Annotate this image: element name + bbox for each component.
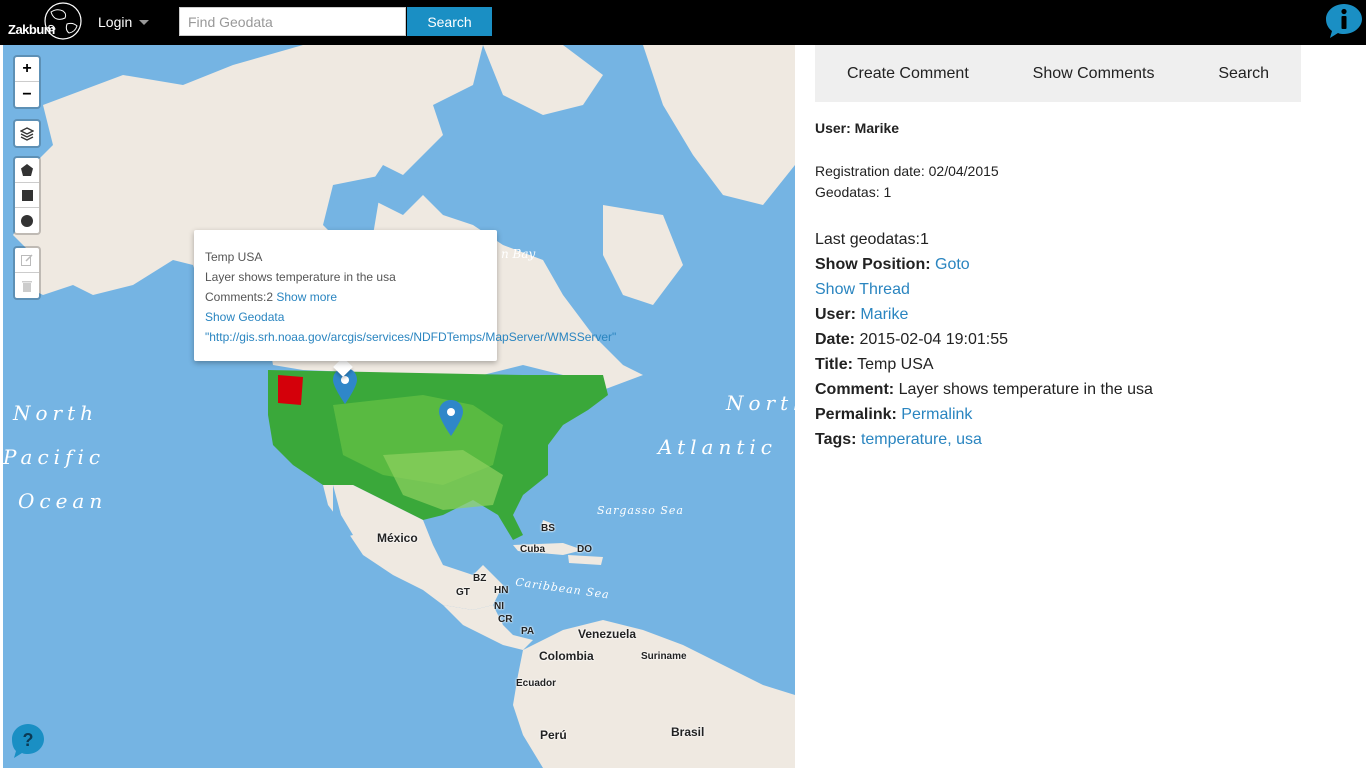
sea-label: Sargasso Sea (597, 504, 684, 517)
country-label: Suriname (641, 651, 687, 662)
user-heading: User: Marike (815, 120, 900, 136)
layers-icon[interactable] (15, 121, 39, 146)
field-label: Show Position: (815, 256, 931, 273)
country-label: Brasil (671, 725, 705, 739)
user-row: User: Marike (815, 302, 1301, 327)
edit-control (13, 246, 41, 300)
geodata-popup: Temp USA Layer shows temperature in the … (194, 230, 616, 361)
country-label: GT (456, 587, 470, 598)
last-geodatas: Last geodatas:1 Show Position: Goto Show… (815, 227, 1301, 452)
edit-icon[interactable] (15, 248, 39, 273)
zoom-out-button[interactable]: − (15, 82, 39, 107)
popup-comments-count: Comments:2 (205, 290, 274, 304)
country-label: Cuba (520, 544, 545, 555)
user-link[interactable]: Marike (860, 306, 908, 323)
permalink-row: Permalink: Permalink (815, 402, 1301, 427)
country-label: DO (577, 544, 592, 555)
field-label: Tags: (815, 431, 857, 448)
tab-create-comment[interactable]: Create Comment (847, 65, 969, 83)
ocean-label: Atlantic (658, 435, 777, 459)
info-icon[interactable] (1325, 3, 1363, 39)
show-position-row: Show Position: Goto (815, 252, 1301, 277)
comment-value: Layer shows temperature in the usa (898, 381, 1153, 398)
title-row: Title: Temp USA (815, 352, 1301, 377)
country-label: HN (494, 585, 509, 596)
delete-icon[interactable] (15, 273, 39, 298)
ocean-label: North (13, 401, 99, 425)
tab-search[interactable]: Search (1218, 65, 1269, 83)
caret-down-icon[interactable] (139, 20, 149, 25)
map[interactable]: North Pacific Ocean North Atlantic n Bay… (3, 45, 795, 768)
show-more-link[interactable]: Show more (276, 290, 337, 304)
country-label: PA (521, 626, 535, 637)
country-label: Venezuela (578, 627, 637, 641)
country-label: México (377, 531, 418, 545)
draw-rectangle-icon[interactable] (15, 183, 39, 208)
svg-text:?: ? (23, 730, 34, 750)
country-label: CR (498, 614, 513, 625)
ocean-label: North (726, 391, 795, 415)
info-panel: Create Comment Show Comments Search User… (815, 45, 1301, 452)
last-geodatas-heading: Last geodatas:1 (815, 231, 929, 248)
geodata-count: Geodatas: 1 (815, 184, 892, 200)
registration-date: Registration date: 02/04/2015 (815, 163, 999, 179)
search-button[interactable]: Search (407, 7, 492, 36)
logo-text: Zakbum (8, 22, 55, 37)
popup-title: Temp USA (205, 250, 263, 264)
login-menu[interactable]: Login (98, 14, 132, 30)
ocean-label: Ocean (18, 489, 108, 513)
show-thread-link[interactable]: Show Thread (815, 281, 910, 298)
top-bar: Zakbum Login Search (0, 0, 1366, 45)
logo[interactable]: Zakbum (5, 2, 85, 42)
country-label: NI (494, 601, 504, 612)
help-icon[interactable]: ? (8, 721, 48, 761)
show-geodata-link[interactable]: Show Geodata (205, 310, 284, 324)
popup-description: Layer shows temperature in the usa (205, 270, 396, 284)
ocean-label: Pacific (3, 445, 106, 469)
zoom-in-button[interactable]: + (15, 57, 39, 82)
country-label: Colombia (539, 649, 594, 663)
permalink-link[interactable]: Permalink (901, 406, 972, 423)
layers-control (13, 119, 41, 148)
field-label: Date: (815, 331, 856, 348)
draw-control (13, 156, 41, 235)
tags-row: Tags: temperature, usa (815, 427, 1301, 452)
goto-link[interactable]: Goto (935, 256, 970, 273)
bay-label: n Bay (501, 247, 536, 261)
field-label: Title: (815, 356, 853, 373)
user-meta: Registration date: 02/04/2015 Geodatas: … (815, 161, 1301, 203)
country-label: BZ (473, 573, 487, 584)
zoom-control: + − (13, 55, 41, 109)
draw-polygon-icon[interactable] (15, 158, 39, 183)
country-label: Perú (540, 728, 567, 742)
tags-link[interactable]: temperature, usa (861, 431, 982, 448)
search-input[interactable] (179, 7, 406, 36)
field-label: User: (815, 306, 856, 323)
popup-comments: Comments:2 Show more (205, 287, 486, 307)
map-marker-icon[interactable] (438, 399, 464, 437)
tab-show-comments[interactable]: Show Comments (1033, 65, 1155, 83)
date-value: 2015-02-04 19:01:55 (859, 331, 1009, 348)
title-value: Temp USA (857, 356, 934, 373)
draw-circle-icon[interactable] (15, 208, 39, 233)
comment-row: Comment: Layer shows temperature in the … (815, 377, 1301, 402)
wms-url-link[interactable]: "http://gis.srh.noaa.gov/arcgis/services… (205, 330, 616, 344)
panel-tabs: Create Comment Show Comments Search (815, 45, 1301, 102)
country-label: Ecuador (516, 678, 557, 689)
country-label: BS (541, 523, 555, 534)
field-label: Comment: (815, 381, 895, 398)
date-row: Date: 2015-02-04 19:01:55 (815, 327, 1301, 352)
field-label: Permalink: (815, 406, 897, 423)
